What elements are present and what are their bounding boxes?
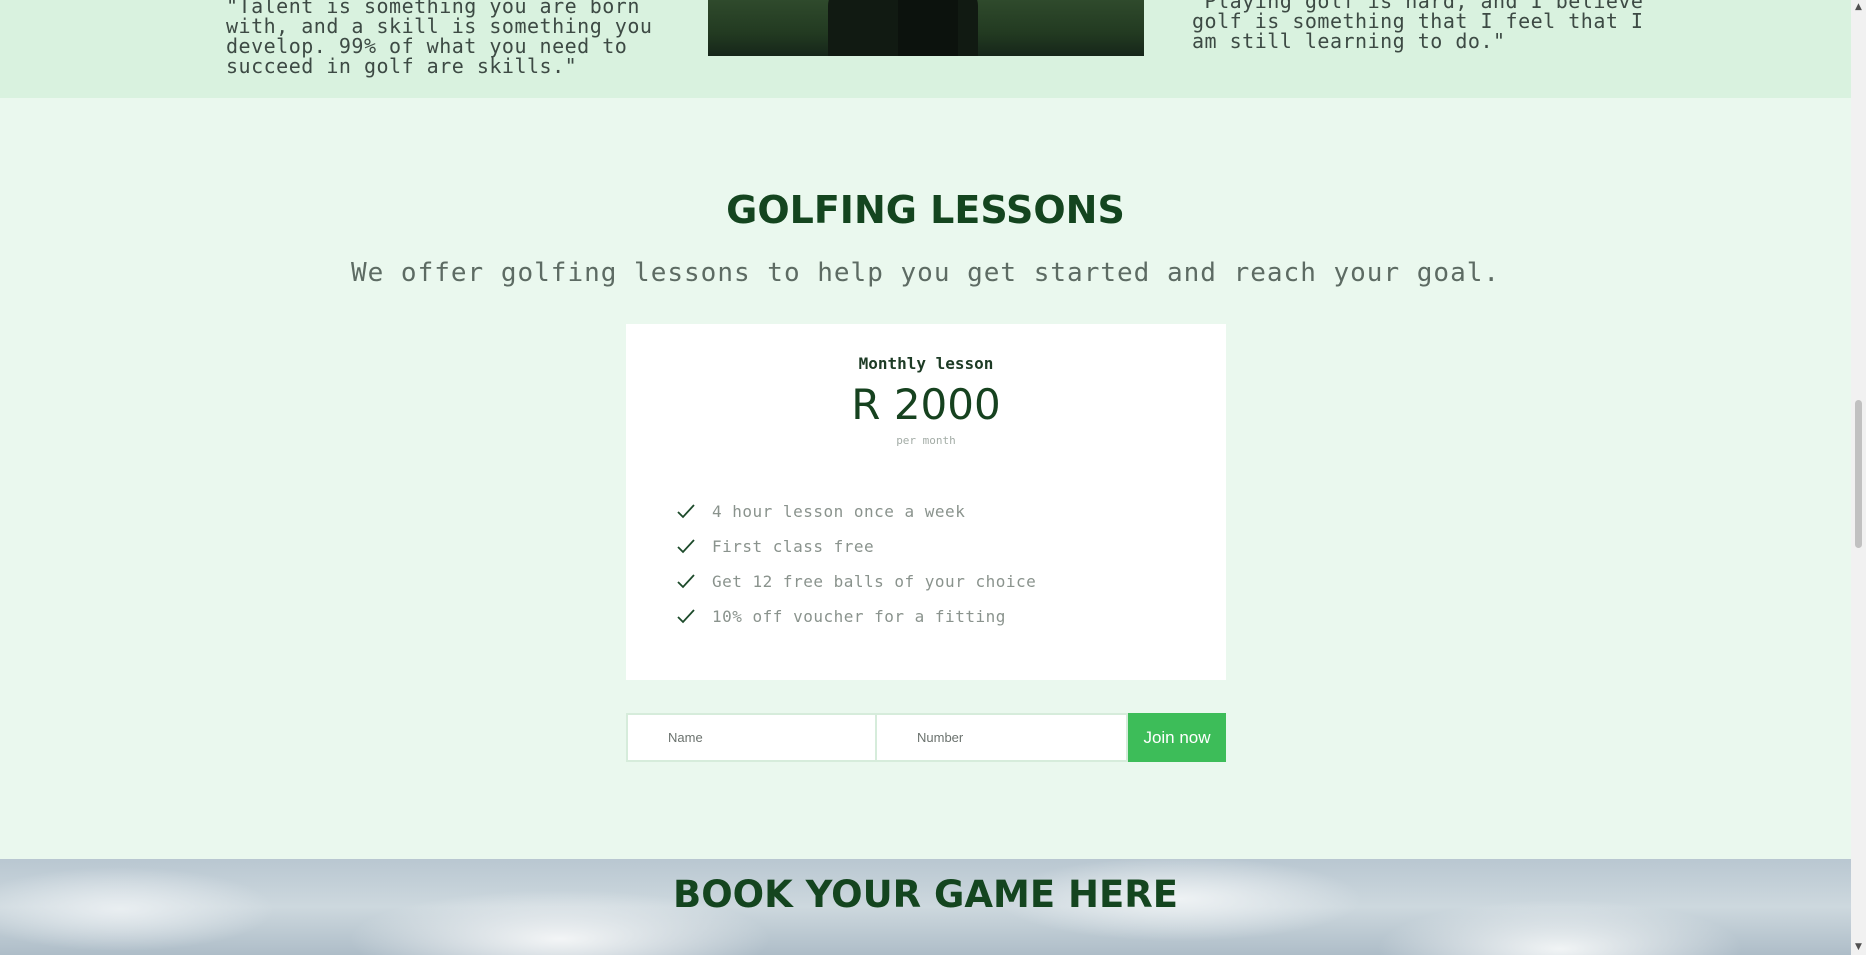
plan-period: per month — [896, 434, 956, 447]
feature-item: Get 12 free balls of your choice — [676, 564, 1036, 599]
testimonials-strip: "Talent is something you are born with, … — [0, 0, 1851, 98]
checkmark-icon — [676, 537, 696, 557]
testimonial-quote-left: "Talent is something you are born with, … — [226, 0, 653, 78]
checkmark-icon — [676, 607, 696, 627]
book-title: BOOK YOUR GAME HERE — [673, 873, 1178, 916]
feature-item: First class free — [676, 529, 1036, 564]
feature-text: 10% off voucher for a fitting — [712, 607, 1006, 626]
scroll-up-icon[interactable]: ▲ — [1851, 0, 1866, 15]
testimonial-quote-right: "Playing golf is hard, and I believe gol… — [1192, 0, 1644, 53]
pricing-card: Monthly lesson R 2000 per month 4 hour l… — [626, 324, 1226, 680]
book-section: BOOK YOUR GAME HERE — [0, 859, 1851, 955]
scrollbar-thumb[interactable] — [1855, 400, 1862, 548]
feature-text: First class free — [712, 537, 875, 556]
feature-text: 4 hour lesson once a week — [712, 502, 966, 521]
page: "Talent is something you are born with, … — [0, 0, 1851, 955]
name-input[interactable] — [626, 713, 877, 762]
feature-item: 4 hour lesson once a week — [676, 494, 1036, 529]
feature-text: Get 12 free balls of your choice — [712, 572, 1037, 591]
plan-price: R 2000 — [851, 380, 1001, 429]
lessons-title: GOLFING LESSONS — [726, 188, 1125, 232]
golfer-photo — [708, 0, 1144, 56]
feature-list: 4 hour lesson once a week First class fr… — [676, 494, 1036, 634]
golfer-silhouette-detail — [898, 0, 958, 56]
checkmark-icon — [676, 502, 696, 522]
feature-item: 10% off voucher for a fitting — [676, 599, 1036, 634]
join-form: Join now — [626, 713, 1226, 762]
plan-name: Monthly lesson — [858, 354, 994, 373]
scroll-down-icon[interactable]: ▼ — [1851, 940, 1866, 955]
checkmark-icon — [676, 572, 696, 592]
join-now-button[interactable]: Join now — [1128, 713, 1226, 762]
number-input[interactable] — [877, 713, 1128, 762]
lessons-subtitle: We offer golfing lessons to help you get… — [350, 258, 1501, 288]
page-scrollbar[interactable]: ▲ ▼ — [1851, 0, 1866, 955]
